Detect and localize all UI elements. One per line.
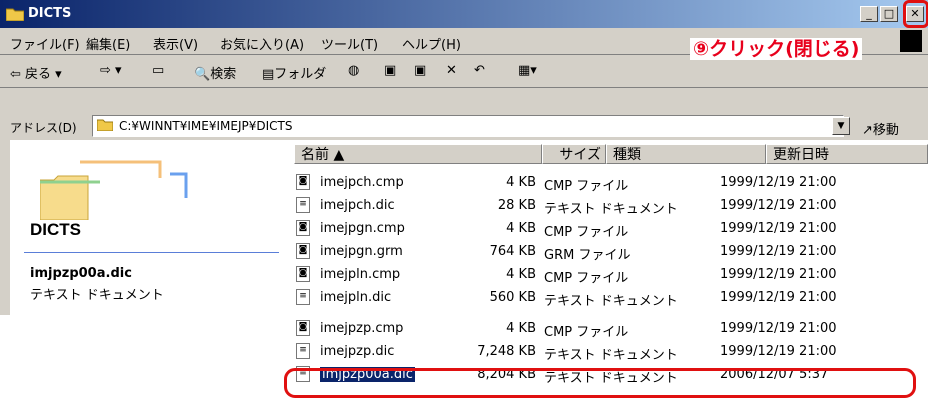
menu-tools[interactable]: ツール(T) bbox=[321, 34, 378, 53]
file-icon: ◙ bbox=[296, 243, 310, 259]
undo-icon[interactable]: ↶ bbox=[474, 63, 485, 78]
table-row[interactable]: ≡ imejpch.dic 28 KB テキスト ドキュメント 1999/12/19 2… bbox=[296, 195, 928, 218]
file-date: 1999/12/19 21:00 bbox=[720, 221, 837, 236]
explorer-window: DICTS _ □ ✕ ファイル(F) 編集(E) 表示(V) お気に入り(A)… bbox=[0, 0, 928, 405]
menu-help[interactable]: ヘルプ(H) bbox=[402, 34, 461, 53]
file-size: 28 KB bbox=[497, 198, 536, 213]
column-header-name[interactable]: 名前 ▲ bbox=[294, 144, 542, 164]
large-folder-icon bbox=[40, 160, 188, 220]
file-name: imejpgn.grm bbox=[320, 244, 403, 259]
file-name: imejpzp.cmp bbox=[320, 321, 404, 336]
address-dropdown[interactable]: ▼ bbox=[832, 117, 850, 135]
file-type: CMP ファイル bbox=[544, 271, 629, 286]
up-folder-icon[interactable]: ▭ bbox=[152, 63, 164, 78]
toolbar: ⇦ 戻る ▾ ⇨ ▾ ▭ 🔍検索 ▤フォルダ ◍ ▣ ▣ ✕ ↶ ▦▾ bbox=[0, 55, 928, 88]
file-type: CMP ファイル bbox=[544, 179, 629, 194]
column-header-date[interactable]: 更新日時 bbox=[766, 144, 928, 164]
folder-icon bbox=[6, 8, 24, 21]
info-pane: DICTS imjpzp00a.dic テキスト ドキュメント bbox=[10, 140, 290, 405]
file-size: 4 KB bbox=[506, 175, 536, 190]
file-name: imejpln.cmp bbox=[320, 267, 401, 282]
history-icon[interactable]: ◍ bbox=[348, 63, 359, 78]
file-type: テキスト ドキュメント bbox=[544, 348, 678, 363]
selected-row-highlight bbox=[284, 368, 916, 398]
menu-favorites[interactable]: お気に入り(A) bbox=[220, 34, 304, 53]
file-icon: ≡ bbox=[296, 289, 310, 305]
file-name: imejpzp.dic bbox=[320, 344, 395, 359]
file-type: CMP ファイル bbox=[544, 225, 629, 240]
go-button[interactable]: ↗移動 bbox=[862, 119, 899, 138]
file-size: 4 KB bbox=[506, 267, 536, 282]
file-icon: ≡ bbox=[296, 197, 310, 213]
menu-view[interactable]: 表示(V) bbox=[153, 34, 198, 53]
address-path: C:¥WINNT¥IME¥IMEJP¥DICTS bbox=[119, 119, 293, 133]
table-row[interactable]: ◙ imejpzp.cmp 4 KB CMP ファイル 1999/12/19 21:00 bbox=[296, 318, 928, 341]
menu-edit[interactable]: 編集(E) bbox=[86, 34, 130, 53]
title-bar[interactable]: DICTS _ □ ✕ bbox=[0, 0, 928, 28]
file-name: imejpch.dic bbox=[320, 198, 395, 213]
file-icon: ◙ bbox=[296, 220, 310, 236]
file-type: テキスト ドキュメント bbox=[544, 202, 678, 217]
table-row[interactable]: ◙ imejpgn.grm 764 KB GRM ファイル 1999/12/19 21:… bbox=[296, 241, 928, 264]
file-type: テキスト ドキュメント bbox=[544, 294, 678, 309]
folder-title: DICTS bbox=[30, 220, 81, 239]
views-icon[interactable]: ▦▾ bbox=[518, 63, 537, 78]
file-icon: ◙ bbox=[296, 320, 310, 336]
folders-button[interactable]: ▤フォルダ bbox=[262, 63, 326, 82]
divider bbox=[24, 252, 279, 253]
file-name: imejpch.cmp bbox=[320, 175, 404, 190]
table-row[interactable]: ◙ imejpln.cmp 4 KB CMP ファイル 1999/12/19 21:00 bbox=[296, 264, 928, 287]
file-type: GRM ファイル bbox=[544, 248, 631, 263]
forward-button[interactable]: ⇨ ▾ bbox=[100, 63, 122, 78]
selected-file-type: テキスト ドキュメント bbox=[30, 288, 164, 303]
copy-to-icon[interactable]: ▣ bbox=[414, 63, 426, 78]
maximize-button[interactable]: □ bbox=[880, 6, 898, 22]
file-date: 1999/12/19 21:00 bbox=[720, 321, 837, 336]
search-button[interactable]: 🔍検索 bbox=[194, 63, 236, 82]
left-edge bbox=[0, 315, 12, 405]
file-name: imejpln.dic bbox=[320, 290, 392, 305]
file-date: 1999/12/19 21:00 bbox=[720, 198, 837, 213]
table-row[interactable]: ≡ imejpln.dic 560 KB テキスト ドキュメント 1999/12/19 … bbox=[296, 287, 928, 310]
address-input[interactable]: C:¥WINNT¥IME¥IMEJP¥DICTS bbox=[92, 115, 844, 137]
file-type: CMP ファイル bbox=[544, 325, 629, 340]
file-size: 560 KB bbox=[489, 290, 536, 305]
table-row[interactable]: ◙ imejpch.cmp 4 KB CMP ファイル 1999/12/19 21:00 bbox=[296, 172, 928, 195]
column-header-size[interactable]: サイズ bbox=[542, 144, 606, 164]
column-header-type[interactable]: 種類 bbox=[606, 144, 766, 164]
address-label: アドレス(D) bbox=[10, 121, 77, 135]
window-title: DICTS bbox=[28, 6, 72, 21]
file-name: imejpgn.cmp bbox=[320, 221, 405, 236]
windows-logo-icon bbox=[900, 30, 922, 52]
file-size: 764 KB bbox=[489, 244, 536, 259]
back-button[interactable]: ⇦ 戻る ▾ bbox=[10, 63, 62, 82]
file-date: 1999/12/19 21:00 bbox=[720, 244, 837, 259]
file-size: 4 KB bbox=[506, 321, 536, 336]
file-icon: ◙ bbox=[296, 174, 310, 190]
file-date: 1999/12/19 21:00 bbox=[720, 290, 837, 305]
file-date: 1999/12/19 21:00 bbox=[720, 344, 837, 359]
file-icon: ≡ bbox=[296, 343, 310, 359]
folder-icon bbox=[97, 119, 113, 131]
delete-icon[interactable]: ✕ bbox=[446, 63, 457, 78]
file-date: 1999/12/19 21:00 bbox=[720, 175, 837, 190]
file-size: 7,248 KB bbox=[477, 344, 536, 359]
file-date: 1999/12/19 21:00 bbox=[720, 267, 837, 282]
table-row[interactable]: ≡ imejpzp.dic 7,248 KB テキスト ドキュメント 1999/12/1… bbox=[296, 341, 928, 364]
selected-file-name: imjpzp00a.dic bbox=[30, 266, 132, 281]
move-to-icon[interactable]: ▣ bbox=[384, 63, 396, 78]
menu-file[interactable]: ファイル(F) bbox=[10, 34, 80, 53]
close-button-highlight bbox=[903, 0, 928, 28]
minimize-button[interactable]: _ bbox=[860, 6, 878, 22]
address-bar: アドレス(D) C:¥WINNT¥IME¥IMEJP¥DICTS ▼ ↗移動 bbox=[0, 88, 928, 140]
table-row[interactable]: ◙ imejpgn.cmp 4 KB CMP ファイル 1999/12/19 21:00 bbox=[296, 218, 928, 241]
file-size: 4 KB bbox=[506, 221, 536, 236]
file-list-pane: DICTS imjpzp00a.dic テキスト ドキュメント 名前 ▲ サイズ… bbox=[10, 140, 928, 405]
file-icon: ◙ bbox=[296, 266, 310, 282]
